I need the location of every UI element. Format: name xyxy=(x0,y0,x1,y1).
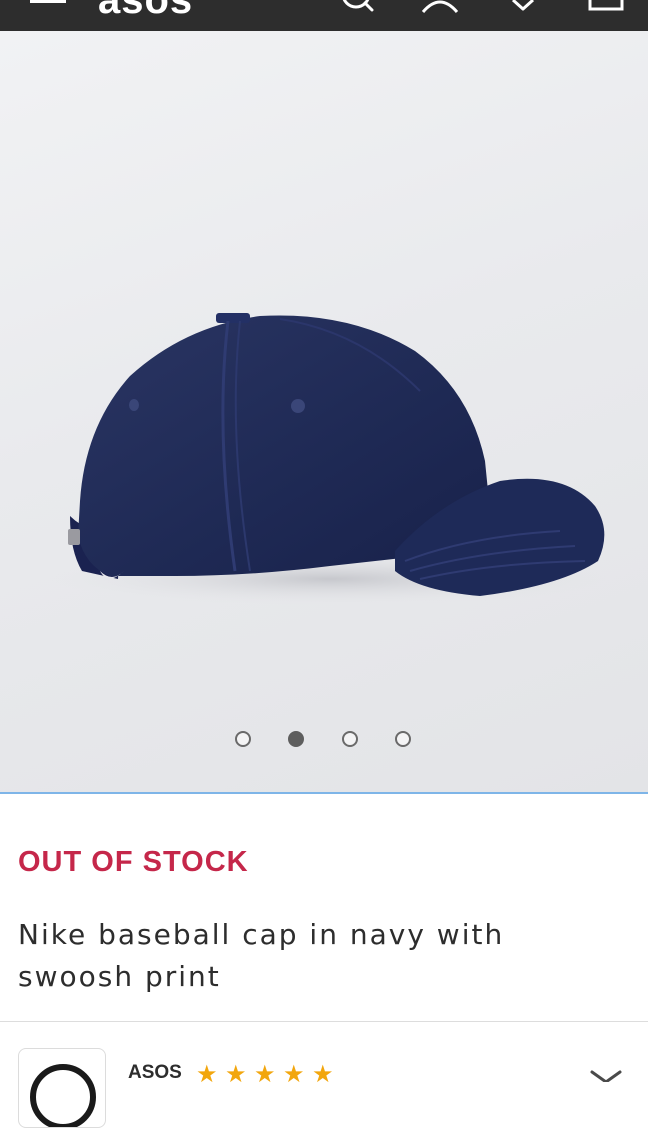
gallery-dot[interactable] xyxy=(235,731,251,747)
product-image-gallery[interactable] xyxy=(0,31,648,792)
bag-icon[interactable] xyxy=(588,0,624,12)
product-image[interactable] xyxy=(0,31,648,792)
gallery-dot-active[interactable] xyxy=(288,731,304,747)
seller-logo[interactable] xyxy=(18,1048,106,1128)
star-icon: ★ xyxy=(254,1060,276,1088)
seller-name[interactable]: ASOS xyxy=(128,1062,182,1084)
star-icon: ★ xyxy=(225,1060,247,1088)
star-icon: ★ xyxy=(312,1060,334,1088)
stock-status: OUT OF STOCK xyxy=(18,846,249,878)
gallery-pagination xyxy=(0,731,648,751)
wishlist-icon[interactable] xyxy=(510,0,536,12)
asos-logo[interactable]: asos xyxy=(98,0,193,23)
gallery-dot[interactable] xyxy=(342,731,358,747)
top-nav-bar: asos xyxy=(0,0,648,31)
star-icon: ★ xyxy=(283,1060,305,1088)
product-title: Nike baseball cap in navy with swoosh pr… xyxy=(18,918,505,993)
section-divider xyxy=(0,1021,648,1022)
gallery-dot[interactable] xyxy=(395,731,411,747)
search-icon[interactable] xyxy=(338,0,378,12)
star-icon: ★ xyxy=(196,1060,218,1088)
seller-logo-icon xyxy=(30,1064,96,1127)
gallery-divider xyxy=(0,792,648,794)
account-icon[interactable] xyxy=(420,0,460,14)
menu-icon[interactable] xyxy=(30,0,66,8)
